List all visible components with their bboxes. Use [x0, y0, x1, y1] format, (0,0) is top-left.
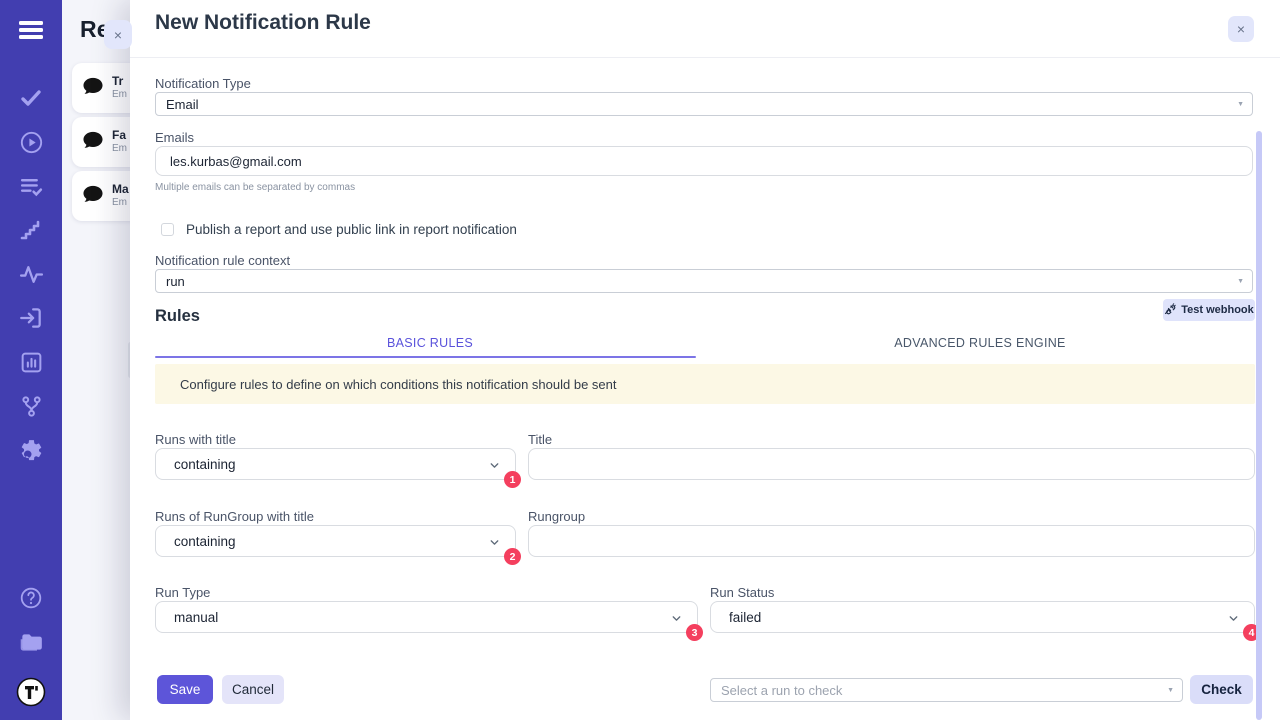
chevron-down-icon: [488, 536, 501, 552]
context-value: run: [166, 274, 185, 289]
caret-down-icon: ▼: [1237, 278, 1244, 285]
cancel-button[interactable]: Cancel: [222, 675, 284, 704]
run-status-label: Run Status: [710, 585, 774, 600]
logo-icon[interactable]: [0, 664, 62, 720]
list-check-icon[interactable]: [0, 164, 62, 208]
rule-badge-2: 2: [504, 548, 521, 565]
rules-info-banner: Configure rules to define on which condi…: [155, 364, 1255, 404]
run-to-check-select[interactable]: Select a run to check ▼: [710, 678, 1183, 702]
list-item-title: Tr: [112, 74, 127, 89]
rungroup-title-label: Runs of RunGroup with title: [155, 509, 314, 524]
emails-helper-text: Multiple emails can be separated by comm…: [155, 182, 355, 193]
run-to-check-placeholder: Select a run to check: [721, 683, 842, 698]
sign-in-icon[interactable]: [0, 296, 62, 340]
run-status-select[interactable]: failed 4: [710, 601, 1255, 633]
save-button[interactable]: Save: [157, 675, 213, 704]
run-type-select[interactable]: manual 3: [155, 601, 698, 633]
header-divider: [130, 57, 1280, 58]
publish-report-checkbox[interactable]: [161, 223, 174, 236]
publish-report-checkbox-row[interactable]: Publish a report and use public link in …: [161, 222, 517, 237]
chevron-down-icon: [488, 459, 501, 475]
runs-with-title-select[interactable]: containing 1: [155, 448, 516, 480]
list-item-subtitle: Em: [112, 89, 127, 102]
runs-with-title-value: containing: [174, 457, 236, 472]
title-label: Title: [528, 432, 552, 447]
rule-badge-1: 1: [504, 471, 521, 488]
help-icon[interactable]: [0, 576, 62, 620]
modal-close-button[interactable]: ×: [1228, 16, 1254, 42]
check-button[interactable]: Check: [1190, 675, 1253, 704]
caret-down-icon: ▼: [1237, 101, 1244, 108]
caret-down-icon: ▼: [1167, 687, 1174, 694]
list-item-title: Ma: [112, 182, 129, 197]
tab-advanced-rules-engine[interactable]: ADVANCED RULES ENGINE: [705, 332, 1255, 357]
rungroup-input[interactable]: [528, 525, 1255, 557]
list-item-title: Fa: [112, 128, 127, 143]
rules-heading: Rules: [155, 307, 200, 326]
git-branch-icon[interactable]: [0, 384, 62, 428]
list-item-subtitle: Em: [112, 197, 129, 210]
test-webhook-button[interactable]: Test webhook: [1163, 299, 1255, 321]
tab-basic-rules[interactable]: BASIC RULES: [155, 332, 705, 357]
context-select[interactable]: run ▼: [155, 269, 1253, 293]
modal-scrollbar-thumb[interactable]: [1256, 131, 1262, 720]
rules-tabs: BASIC RULES ADVANCED RULES ENGINE: [155, 332, 1255, 357]
emails-label: Emails: [155, 130, 194, 145]
new-notification-rule-modal: New Notification Rule × Notification Typ…: [130, 0, 1280, 720]
chat-bubble-icon: [82, 76, 104, 101]
drawer-close-button[interactable]: ×: [104, 20, 132, 49]
emails-input[interactable]: [155, 146, 1253, 176]
run-type-label: Run Type: [155, 585, 210, 600]
notification-type-label: Notification Type: [155, 76, 251, 91]
run-type-value: manual: [174, 610, 218, 625]
chevron-down-icon: [670, 612, 683, 628]
modal-title: New Notification Rule: [155, 11, 371, 35]
runs-with-title-label: Runs with title: [155, 432, 236, 447]
run-status-value: failed: [729, 610, 761, 625]
bar-chart-icon[interactable]: [0, 340, 62, 384]
folder-icon[interactable]: [0, 620, 62, 664]
test-webhook-label: Test webhook: [1181, 304, 1254, 316]
list-item-subtitle: Em: [112, 143, 127, 156]
rungroup-label: Rungroup: [528, 509, 585, 524]
chat-bubble-icon: [82, 184, 104, 209]
rule-badge-3: 3: [686, 624, 703, 641]
chevron-down-icon: [1227, 612, 1240, 628]
steps-icon[interactable]: [0, 208, 62, 252]
rungroup-title-select[interactable]: containing 2: [155, 525, 516, 557]
context-label: Notification rule context: [155, 253, 290, 268]
notification-type-select[interactable]: Email ▼: [155, 92, 1253, 116]
title-input[interactable]: [528, 448, 1255, 480]
menu-icon[interactable]: [0, 0, 62, 60]
rungroup-title-value: containing: [174, 534, 236, 549]
sidebar: [0, 0, 62, 720]
plug-icon: [1164, 303, 1176, 318]
gear-icon[interactable]: [0, 428, 62, 472]
play-circle-icon[interactable]: [0, 120, 62, 164]
active-tab-underline: [155, 356, 696, 358]
activity-icon[interactable]: [0, 252, 62, 296]
check-icon[interactable]: [0, 76, 62, 120]
notification-type-value: Email: [166, 97, 199, 112]
chat-bubble-icon: [82, 130, 104, 155]
publish-report-checkbox-label: Publish a report and use public link in …: [186, 222, 517, 237]
